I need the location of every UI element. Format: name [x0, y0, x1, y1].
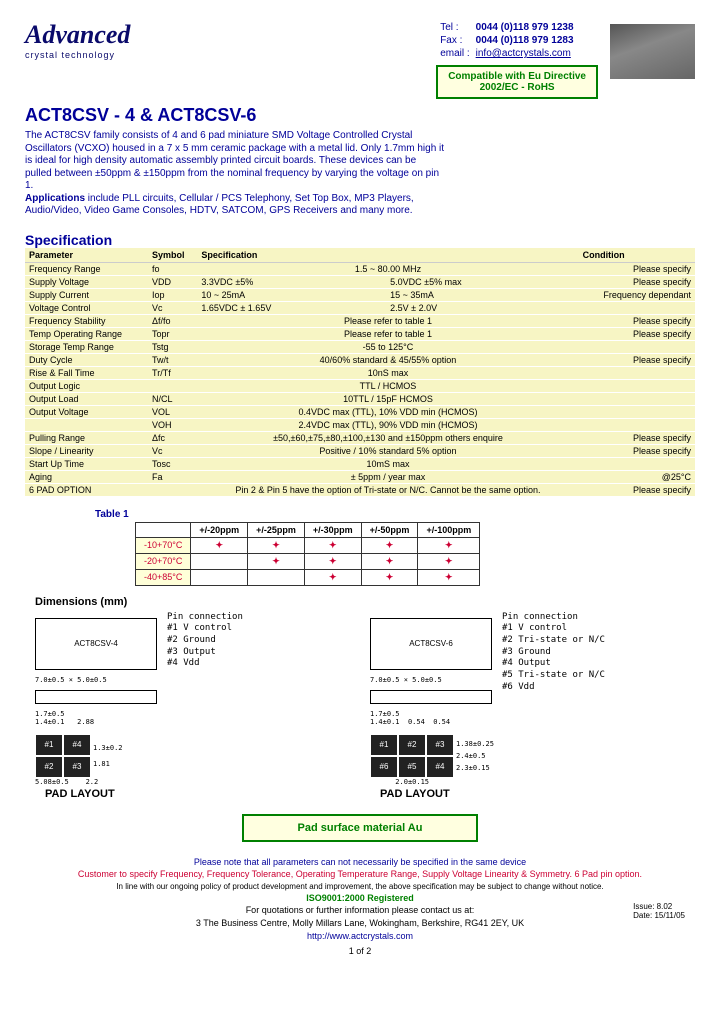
spec-row: Pulling RangeΔfc±50,±60,±75,±80,±100,±13… — [25, 431, 695, 444]
table1-row: -40+85°C✦✦✦ — [136, 569, 480, 585]
spec-row: Slope / LinearityVcPositive / 10% standa… — [25, 444, 695, 457]
table1: +/-20ppm+/-25ppm+/-30ppm+/-50ppm+/-100pp… — [135, 522, 480, 586]
spec-row: Storage Temp RangeTstg-55 to 125°C — [25, 340, 695, 353]
product-title: ACT8CSV - 4 & ACT8CSV-6 — [25, 105, 695, 126]
table1-title: Table 1 — [95, 509, 695, 520]
spec-row: Duty CycleTw/t40/60% standard & 45/55% o… — [25, 353, 695, 366]
table1-row: -20+70°C✦✦✦✦ — [136, 553, 480, 569]
dimension-diagrams: ACT8CSV-4 7.0±0.5 × 5.0±0.5 1.7±0.5 Pin … — [25, 612, 695, 800]
spec-row: Temp Operating RangeToprPlease refer to … — [25, 327, 695, 340]
pad-layout-4: #1#4 #2#3 1.3±0.21.81 — [35, 734, 350, 778]
side-view-6 — [370, 690, 492, 704]
chip4-outline: ACT8CSV-4 — [35, 618, 157, 670]
email-link[interactable]: info@actcrystals.com — [476, 48, 571, 59]
spec-row: Rise & Fall TimeTr/Tf10nS max — [25, 366, 695, 379]
pad-layout-6: #1#2#3 #6#5#4 1.38±0.252.4±0.52.3±0.15 — [370, 734, 685, 778]
spec-row: Frequency Rangefo1.5 ~ 80.00 MHzPlease s… — [25, 262, 695, 275]
spec-row: AgingFa± 5ppm / year max@25°C — [25, 470, 695, 483]
chip-photo — [610, 24, 695, 79]
product-description: The ACT8CSV family consists of 4 and 6 p… — [25, 130, 445, 218]
contact-block: Tel :0044 (0)118 979 1238 Fax :0044 (0)1… — [436, 20, 598, 99]
spec-row: VOH2.4VDC max (TTL), 90% VDD min (HCMOS) — [25, 418, 695, 431]
spec-row: Voltage ControlVc1.65VDC ± 1.65V2.5V ± 2… — [25, 301, 695, 314]
issue-block: Issue: 8.02 Date: 15/11/05 — [633, 902, 685, 920]
pad-layout-label-6: PAD LAYOUT — [380, 788, 685, 800]
spec-row: Start Up TimeTosc10mS max — [25, 457, 695, 470]
pad-layout-label-4: PAD LAYOUT — [45, 788, 350, 800]
rohs-badge: Compatible with Eu Directive 2002/EC - R… — [436, 65, 598, 99]
spec-row: Output LoadN/CL10TTL / 15pF HCMOS — [25, 392, 695, 405]
spec-row: Output LogicTTL / HCMOS — [25, 379, 695, 392]
footer-notes: Please note that all parameters can not … — [25, 856, 695, 943]
spec-row: Output VoltageVOL0.4VDC max (TTL), 10% V… — [25, 405, 695, 418]
spec-row: 6 PAD OPTIONPin 2 & Pin 5 have the optio… — [25, 483, 695, 496]
table1-row: -10+70°C✦✦✦✦✦ — [136, 537, 480, 553]
pad-surface-box: Pad surface material Au — [242, 814, 478, 842]
pin-connection-6: Pin connection #1 V control#2 Tri-state … — [502, 612, 605, 718]
company-logo: Advanced — [25, 20, 130, 50]
tagline: crystal technology — [25, 50, 130, 60]
spec-row: Frequency StabilityΔf/foPlease refer to … — [25, 314, 695, 327]
spec-title: Specification — [25, 232, 695, 248]
dimensions-title: Dimensions (mm) — [35, 596, 695, 608]
page-number: 1 of 2 — [25, 946, 695, 956]
side-view-4 — [35, 690, 157, 704]
spec-table: ParameterSymbolSpecificationCondition Fr… — [25, 248, 695, 497]
spec-row: Supply CurrentIop10 ~ 25mA15 ~ 35mAFrequ… — [25, 288, 695, 301]
spec-row: Supply VoltageVDD3.3VDC ±5%5.0VDC ±5% ma… — [25, 275, 695, 288]
chip6-outline: ACT8CSV-6 — [370, 618, 492, 670]
pin-connection-4: Pin connection #1 V control#2 Ground#3 O… — [167, 612, 243, 718]
website-link[interactable]: http://www.actcrystals.com — [307, 931, 413, 941]
